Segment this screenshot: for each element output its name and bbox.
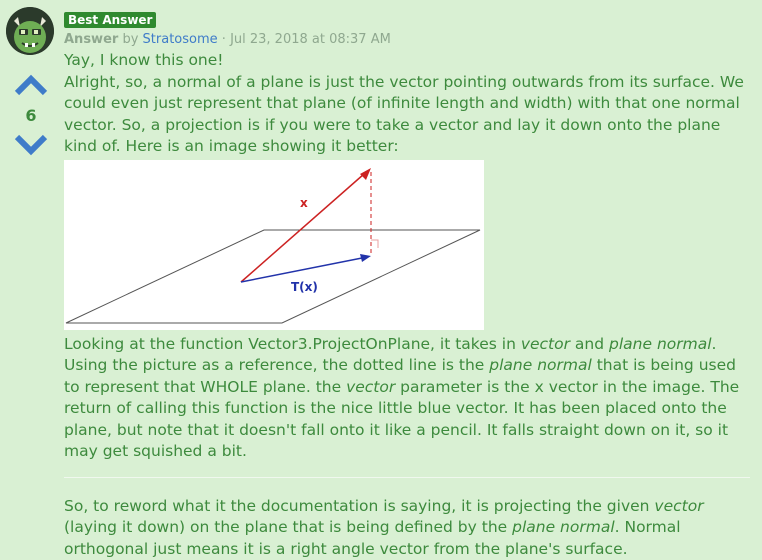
author-link[interactable]: Stratosome: [143, 32, 218, 47]
answer-label: Answer: [64, 32, 118, 47]
chevron-down-icon: [14, 134, 48, 156]
downvote-button[interactable]: [14, 134, 48, 160]
paragraph-function: Looking at the function Vector3.ProjectO…: [64, 334, 754, 463]
section-divider: [64, 477, 750, 478]
paragraph-summary: So, to reword what it the documentation …: [64, 496, 754, 560]
vector-x-label: x: [300, 196, 308, 210]
best-answer-badge: Best Answer: [64, 12, 156, 28]
post-meta: Answer by Stratosome · Jul 23, 2018 at 0…: [64, 32, 391, 47]
paragraph-intro: Yay, I know this one!: [64, 50, 754, 72]
ogre-avatar-icon: [6, 7, 54, 55]
post-timestamp: Jul 23, 2018 at 08:37 AM: [230, 32, 391, 47]
meta-separator: ·: [222, 32, 226, 47]
paragraph-explanation: Alright, so, a normal of a plane is just…: [64, 72, 754, 158]
projection-figure: x T(x): [64, 160, 484, 330]
by-label: by: [122, 32, 138, 47]
chevron-up-icon: [14, 74, 48, 96]
avatar[interactable]: [6, 7, 54, 55]
upvote-button[interactable]: [14, 74, 48, 100]
vote-count: 6: [14, 106, 48, 125]
vector-tx-label: T(x): [291, 280, 318, 294]
answer-body: Yay, I know this one! Alright, so, a nor…: [64, 50, 754, 560]
